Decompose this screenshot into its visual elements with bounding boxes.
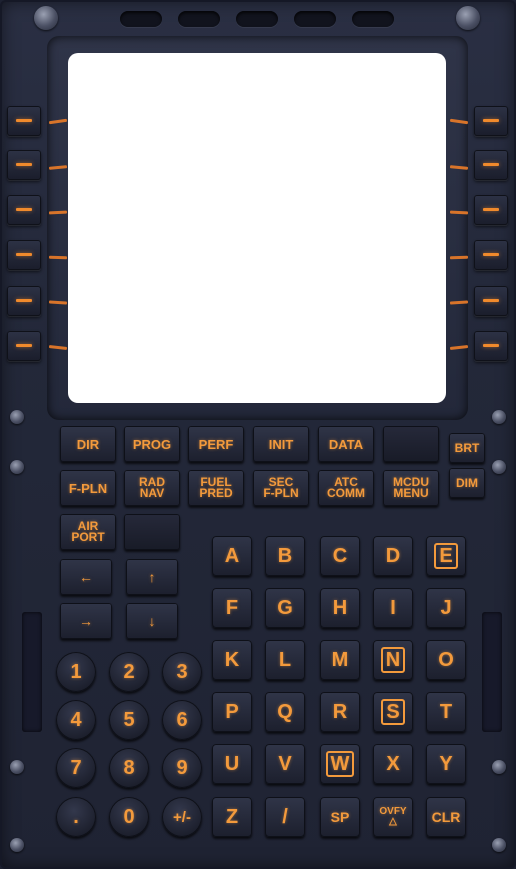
screw-icon [10,410,24,424]
key-4[interactable]: 4 [56,700,96,740]
key-3[interactable]: 3 [162,652,202,692]
data-key[interactable]: DATA [318,426,374,462]
lsk-4r[interactable] [474,240,508,270]
key-o[interactable]: O [426,640,466,680]
key-9[interactable]: 9 [162,748,202,788]
key-g[interactable]: G [265,588,305,628]
screw-icon [492,460,506,474]
dim-key[interactable]: DIM [449,468,485,498]
key-l[interactable]: L [265,640,305,680]
key-ovfy[interactable]: OVFY △ [373,797,413,837]
dir-key[interactable]: DIR [60,426,116,462]
prog-key[interactable]: PROG [124,426,180,462]
mcdu-display [68,53,446,403]
key-c[interactable]: C [320,536,360,576]
lsk-3r[interactable] [474,195,508,225]
screw-icon [492,760,506,774]
key-m[interactable]: M [320,640,360,680]
key-f[interactable]: F [212,588,252,628]
key-6[interactable]: 6 [162,700,202,740]
right-arrow-key[interactable]: → [60,603,112,639]
lsk-5l[interactable] [7,286,41,316]
screw-icon [10,460,24,474]
key-8[interactable]: 8 [109,748,149,788]
key-label: N [380,647,406,673]
key-s[interactable]: S [373,692,413,732]
key-j[interactable]: J [426,588,466,628]
annunciator-light-1 [120,11,162,27]
key-k[interactable]: K [212,640,252,680]
lsk-tick [449,255,469,260]
blank-key [383,426,439,462]
key-label: S [381,699,405,725]
lsk-1l[interactable] [7,106,41,136]
key-q[interactable]: Q [265,692,305,732]
key-label: E [434,543,458,569]
perf-key[interactable]: PERF [188,426,244,462]
lsk-6l[interactable] [7,331,41,361]
key-2[interactable]: 2 [109,652,149,692]
up-arrow-key[interactable]: ↑ [126,559,178,595]
screw-icon [492,838,506,852]
screw-icon [34,6,58,30]
key-7[interactable]: 7 [56,748,96,788]
key-e[interactable]: E [426,536,466,576]
brt-key[interactable]: BRT [449,433,485,463]
lsk-2r[interactable] [474,150,508,180]
lsk-1r[interactable] [474,106,508,136]
key-w[interactable]: W [320,744,360,784]
screw-icon [492,410,506,424]
lsk-6r[interactable] [474,331,508,361]
key-t[interactable]: T [426,692,466,732]
key-v[interactable]: V [265,744,305,784]
annunciator-light-2 [178,11,220,27]
right-slot [482,612,502,732]
screw-icon [10,760,24,774]
key-clr[interactable]: CLR [426,797,466,837]
key-decimal[interactable]: . [56,797,96,837]
down-arrow-key[interactable]: ↓ [126,603,178,639]
mcdu-menu-key[interactable]: MCDU MENU [383,470,439,506]
lsk-tick [48,255,68,260]
lsk-3l[interactable] [7,195,41,225]
left-slot [22,612,42,732]
sec-f-pln-key[interactable]: SEC F-PLN [253,470,309,506]
key-n[interactable]: N [373,640,413,680]
screw-icon [10,838,24,852]
key-x[interactable]: X [373,744,413,784]
key-p[interactable]: P [212,692,252,732]
annunciator-light-3 [236,11,278,27]
lsk-5r[interactable] [474,286,508,316]
key-r[interactable]: R [320,692,360,732]
key-sp[interactable]: SP [320,797,360,837]
key-y[interactable]: Y [426,744,466,784]
annunciator-light-5 [352,11,394,27]
rad-nav-key[interactable]: RAD NAV [124,470,180,506]
key-u[interactable]: U [212,744,252,784]
screw-icon [456,6,480,30]
airport-key[interactable]: AIR PORT [60,514,116,550]
key-plus-minus[interactable]: +/- [162,797,202,837]
fuel-pred-key[interactable]: FUEL PRED [188,470,244,506]
atc-comm-key[interactable]: ATC COMM [318,470,374,506]
key-5[interactable]: 5 [109,700,149,740]
key-b[interactable]: B [265,536,305,576]
key-1[interactable]: 1 [56,652,96,692]
key-slash[interactable]: / [265,797,305,837]
key-z[interactable]: Z [212,797,252,837]
lsk-4l[interactable] [7,240,41,270]
mcdu-panel: DIR PROG PERF INIT DATA BRT F-PLN RAD NA… [0,0,516,869]
init-key[interactable]: INIT [253,426,309,462]
left-arrow-key[interactable]: ← [60,559,112,595]
annunciator-light-4 [294,11,336,27]
key-d[interactable]: D [373,536,413,576]
blank-key-2 [124,514,180,550]
key-h[interactable]: H [320,588,360,628]
key-label: W [325,751,355,777]
key-0[interactable]: 0 [109,797,149,837]
key-i[interactable]: I [373,588,413,628]
lsk-2l[interactable] [7,150,41,180]
key-a[interactable]: A [212,536,252,576]
f-pln-key[interactable]: F-PLN [60,470,116,506]
